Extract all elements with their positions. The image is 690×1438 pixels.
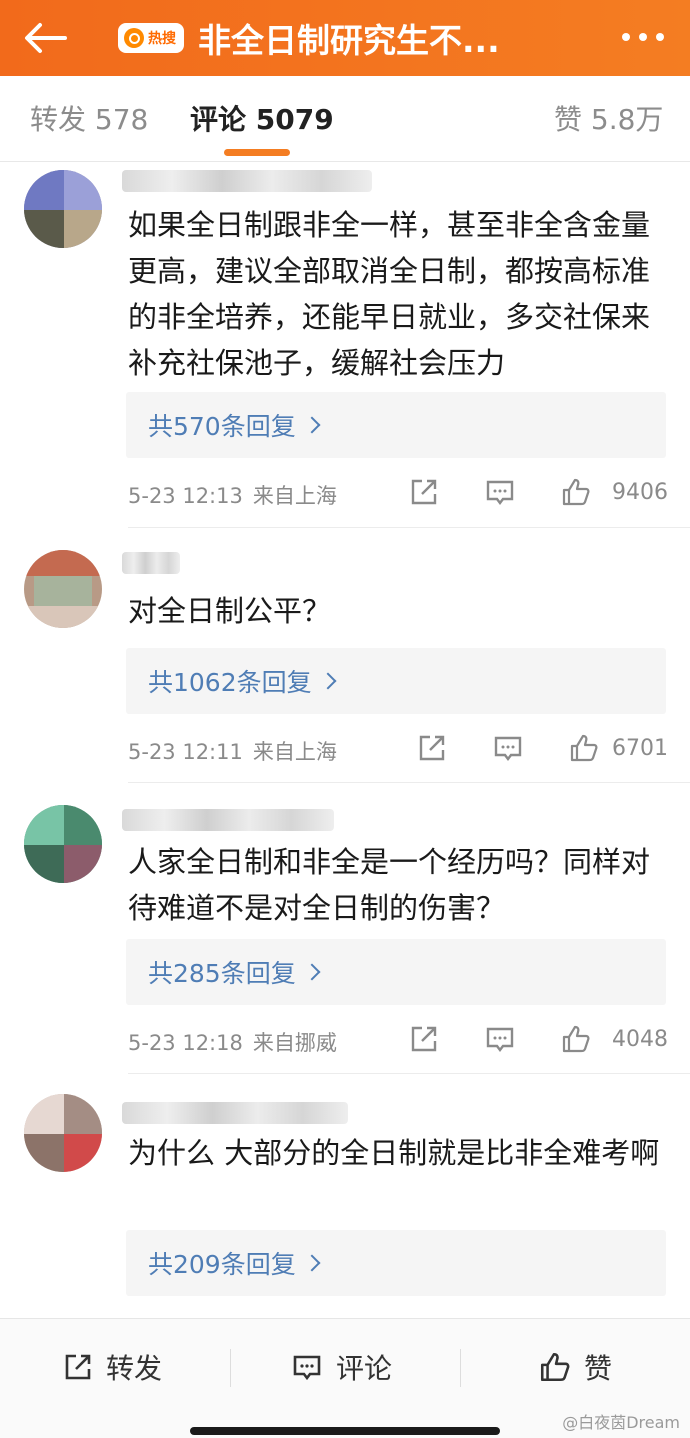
tab-likes[interactable]: 赞 5.8万: [554, 98, 663, 138]
comment-location: 来自挪威: [252, 1031, 337, 1055]
comment-meta: 5-23 12:13 来自上海 9406: [128, 474, 668, 514]
page-title: 非全日制研究生不...: [198, 21, 500, 60]
more-dot-icon: [656, 33, 664, 41]
replies-count: 共570条回复: [148, 412, 296, 441]
more-dot-icon: [622, 33, 630, 41]
share-icon[interactable]: [416, 732, 448, 764]
replies-count: 共285条回复: [148, 959, 296, 988]
username[interactable]: [122, 170, 372, 192]
replies-link[interactable]: 共209条回复: [126, 1230, 666, 1296]
comment-text: 如果全日制跟非全一样，甚至非全含金量更高，建议全部取消全日制，都按高标准的非全培…: [128, 208, 651, 380]
hot-search-badge[interactable]: 热搜: [118, 23, 184, 53]
replies-link[interactable]: 共570条回复: [126, 392, 666, 458]
arrow-left-icon: [25, 23, 67, 53]
username[interactable]: [122, 552, 180, 574]
divider: [128, 527, 690, 528]
comment-text: 人家全日制和非全是一个经历吗？同样对待难道不是对全日制的伤害？: [128, 845, 651, 925]
tab-repost[interactable]: 转发 578: [30, 98, 148, 138]
comment-time: 5-23 12:11 来自上海: [128, 740, 337, 764]
share-icon[interactable]: [408, 476, 440, 508]
divider: [128, 1073, 690, 1074]
chevron-right-icon: [303, 1254, 321, 1272]
replies-link[interactable]: 共285条回复: [126, 939, 666, 1005]
more-options-button[interactable]: [622, 22, 664, 52]
comment-icon[interactable]: [492, 732, 524, 764]
repost-button[interactable]: 转发: [62, 1347, 162, 1387]
share-icon: [65, 1354, 91, 1380]
back-button[interactable]: [10, 0, 80, 76]
repost-label: 转发: [106, 1352, 163, 1385]
avatar[interactable]: [24, 805, 102, 883]
comment-icon: [293, 1355, 321, 1381]
comment-location: 来自上海: [252, 740, 337, 764]
more-dot-icon: [639, 33, 647, 41]
replies-count: 共209条回复: [148, 1250, 296, 1279]
comment-location: 来自上海: [252, 484, 337, 508]
chevron-right-icon: [319, 672, 337, 690]
thumbs-up-icon: [540, 1352, 570, 1382]
username[interactable]: [122, 809, 334, 831]
hot-search-label: 热搜: [148, 31, 176, 47]
replies-link[interactable]: 共1062条回复: [126, 648, 666, 714]
active-tab-indicator: [224, 149, 290, 156]
divider: [230, 1349, 231, 1387]
watermark: @白夜茵Dream: [562, 1413, 680, 1432]
comment-icon[interactable]: [484, 1023, 516, 1055]
like-label: 赞: [584, 1352, 613, 1385]
comment-text: 为什么 大部分的全日制就是比非全难考啊: [128, 1136, 660, 1170]
like-count: 4048: [612, 1027, 668, 1052]
comment-label: 评论: [336, 1352, 393, 1385]
chevron-right-icon: [303, 963, 321, 981]
comment-icon[interactable]: [484, 476, 516, 508]
tab-bar: 转发 578 评论 5079 赞 5.8万: [0, 76, 690, 162]
avatar[interactable]: [24, 550, 102, 628]
comment-time: 5-23 12:18 来自挪威: [128, 1031, 337, 1055]
comment-meta: 5-23 12:11 来自上海 6701: [128, 730, 668, 770]
bottom-action-bar: 转发 评论 赞 @白夜茵Dream: [0, 1318, 690, 1438]
chevron-right-icon: [303, 416, 321, 434]
like-count: 9406: [612, 480, 668, 505]
comment-meta: 5-23 12:18 来自挪威 4048: [128, 1021, 668, 1061]
replies-count: 共1062条回复: [148, 668, 312, 697]
comment-text: 对全日制公平？: [128, 594, 332, 628]
home-indicator[interactable]: [190, 1427, 500, 1435]
avatar[interactable]: [24, 1094, 102, 1172]
thumbs-up-icon[interactable]: [560, 1023, 592, 1055]
top-header: 热搜 非全日制研究生不...: [0, 0, 690, 76]
divider: [128, 782, 690, 783]
tab-comments[interactable]: 评论 5079: [190, 98, 334, 138]
thumbs-up-icon[interactable]: [560, 476, 592, 508]
like-count: 6701: [612, 736, 668, 761]
username[interactable]: [122, 1102, 348, 1124]
share-icon[interactable]: [408, 1023, 440, 1055]
like-button[interactable]: 赞: [538, 1347, 612, 1387]
divider: [460, 1349, 461, 1387]
thumbs-up-icon[interactable]: [568, 732, 600, 764]
avatar[interactable]: [24, 170, 102, 248]
search-icon: [124, 28, 144, 48]
comment-time: 5-23 12:13 来自上海: [128, 484, 337, 508]
comment-button[interactable]: 评论: [290, 1347, 392, 1387]
